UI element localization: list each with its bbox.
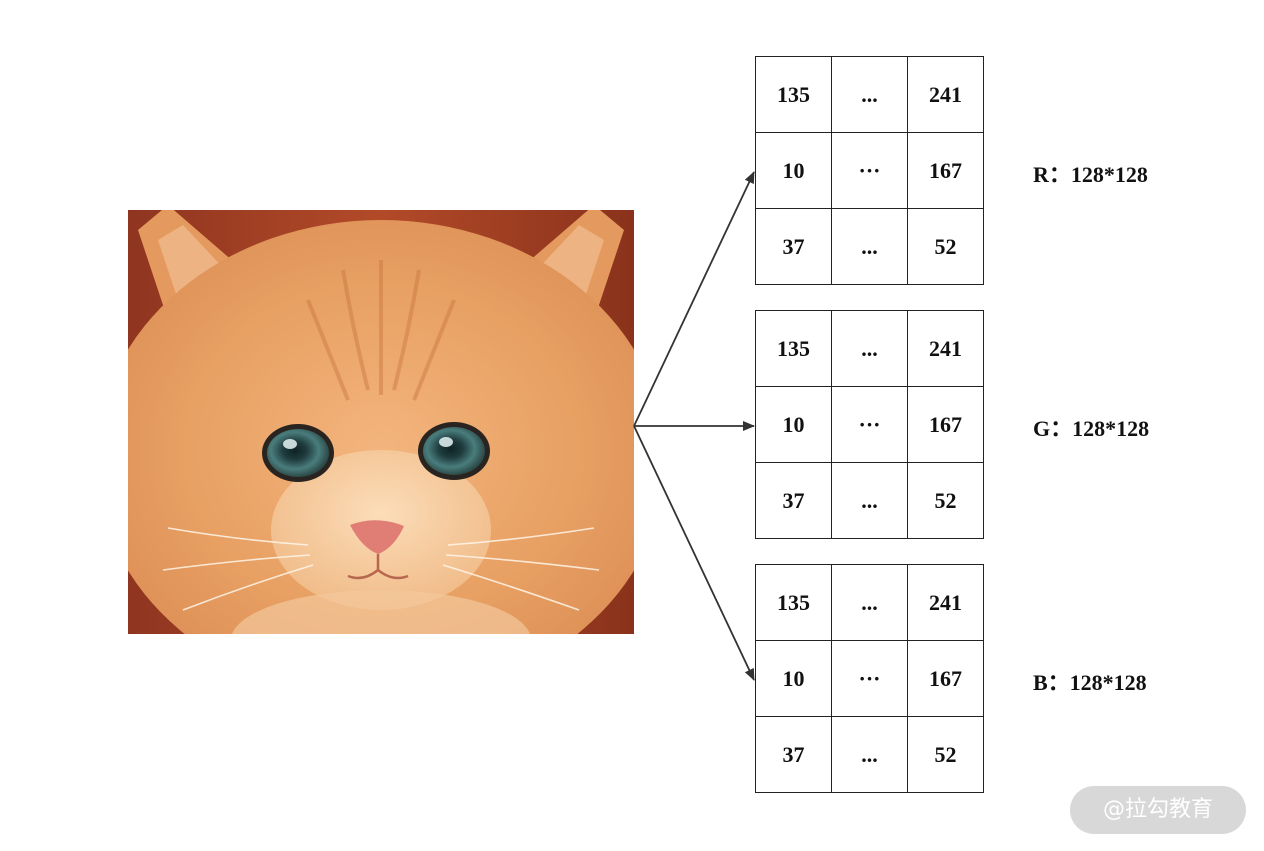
matrix-cell: ...	[831, 462, 908, 539]
matrix-row: 37 ... 52	[755, 716, 984, 793]
matrix-cell: 52	[907, 462, 984, 539]
matrix-cell: ···	[831, 132, 908, 209]
arrow-to-b	[633, 425, 755, 681]
matrix-g: 135 ... 241 10 ··· 167 37 ... 52	[755, 310, 984, 539]
matrix-cell: 37	[755, 716, 832, 793]
matrix-cell: 10	[755, 386, 832, 463]
matrix-row: 10 ··· 167	[755, 386, 984, 463]
matrix-cell: 167	[907, 386, 984, 463]
matrix-cell: 10	[755, 640, 832, 717]
matrix-row: 10 ··· 167	[755, 640, 984, 717]
matrix-row: 37 ... 52	[755, 208, 984, 285]
matrix-cell: ...	[831, 716, 908, 793]
matrix-b: 135 ... 241 10 ··· 167 37 ... 52	[755, 564, 984, 793]
matrix-cell: 241	[907, 56, 984, 133]
matrix-cell: ···	[831, 640, 908, 717]
channel-label-r: R：128*128	[1033, 162, 1148, 187]
arrow-to-r	[633, 171, 755, 427]
matrix-cell: ...	[831, 56, 908, 133]
matrix-cell: 37	[755, 462, 832, 539]
matrix-cell: 135	[755, 564, 832, 641]
matrix-cell: 52	[907, 208, 984, 285]
matrix-row: 10 ··· 167	[755, 132, 984, 209]
matrix-cell: ...	[831, 564, 908, 641]
matrix-cell: 52	[907, 716, 984, 793]
matrix-cell: ...	[831, 310, 908, 387]
channel-label-b: B：128*128	[1033, 670, 1147, 695]
matrix-row: 135 ... 241	[755, 310, 984, 387]
matrix-cell: 241	[907, 564, 984, 641]
matrix-cell: 10	[755, 132, 832, 209]
matrix-cell: 37	[755, 208, 832, 285]
matrix-row: 135 ... 241	[755, 56, 984, 133]
matrix-cell: 167	[907, 640, 984, 717]
matrix-r: 135 ... 241 10 ··· 167 37 ... 52	[755, 56, 984, 285]
matrix-cell: ...	[831, 208, 908, 285]
matrix-row: 135 ... 241	[755, 564, 984, 641]
watermark-badge: @拉勾教育	[1070, 786, 1246, 834]
matrix-cell: 135	[755, 56, 832, 133]
matrix-cell: 167	[907, 132, 984, 209]
matrix-row: 37 ... 52	[755, 462, 984, 539]
matrix-cell: 135	[755, 310, 832, 387]
matrix-cell: ···	[831, 386, 908, 463]
channel-label-g: G：128*128	[1033, 416, 1150, 441]
matrix-cell: 241	[907, 310, 984, 387]
